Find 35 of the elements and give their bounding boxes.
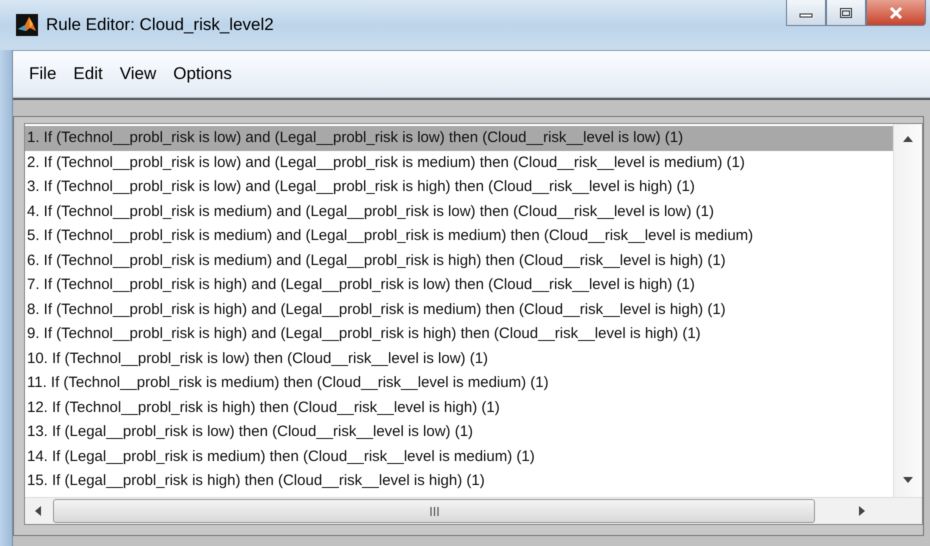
rule-item[interactable]: 14. If (Legal__probl_risk is medium) then (Cloud__risk__level is medium) (1) [25,444,893,469]
rule-item[interactable]: 8. If (Technol__probl_risk is high) and (Legal__probl_risk is medium) then (Cloud__risk__level is high) (1) [25,298,893,322]
rule-item[interactable]: 12. If (Technol__probl_risk is high) then (Cloud__risk__level is high) (1) [25,396,893,420]
minimize-button[interactable] [786,0,826,26]
rule-item[interactable]: 4. If (Technol__probl_risk is medium) and (Legal__probl_risk is low) then (Cloud__risk__level is low) (1) [25,200,893,224]
window-title: Rule Editor: Cloud_risk_level2 [46,15,274,35]
rule-item[interactable]: 7. If (Technol__probl_risk is high) and (Legal__probl_risk is low) then (Cloud__risk__level is high) (1) [25,273,893,298]
rule-item[interactable]: 11. If (Technol__probl_risk is medium) then (Cloud__risk__level is medium) (1) [25,371,893,396]
rule-list[interactable] [24,123,923,525]
menu-item[interactable]: Edit [73,60,120,88]
maximize-icon [839,6,853,18]
vertical-scrollbar[interactable] [893,124,922,497]
rule-item[interactable]: 3. If (Technol__probl_risk is low) and (Legal__probl_risk is high) then (Cloud__risk__level is high) (1) [25,175,893,200]
close-icon [888,6,904,20]
rule-item[interactable]: 2. If (Technol__probl_risk is low) and (Legal__probl_risk is medium) then (Cloud__risk__level is medium) (1) [25,150,893,175]
app-icon [16,14,38,36]
menu-item[interactable]: View [120,60,174,88]
scrollbar-thumb[interactable] [53,499,815,523]
rule-item[interactable]: 6. If (Technol__probl_risk is medium) and (Legal__probl_risk is high) then (Cloud__risk__level is high) (1) [25,248,893,273]
grip-icon [430,506,438,516]
menu-item[interactable]: Options [173,60,249,88]
menu-item[interactable]: File [29,60,74,88]
maximize-button[interactable] [826,0,866,26]
close-button[interactable] [866,0,926,26]
rule-item[interactable]: 9. If (Technol__probl_risk is high) and (Legal__probl_risk is high) then (Cloud__risk__level is high) (1) [25,322,893,346]
rule-item[interactable]: 13. If (Legal__probl_risk is low) then (Cloud__risk__level is low) (1) [25,420,893,444]
rule-item[interactable]: 10. If (Technol__probl_risk is low) then (Cloud__risk__level is low) (1) [25,346,893,371]
rule-item[interactable]: 15. If (Legal__probl_risk is high) then (Cloud__risk__level is high) (1) [25,469,893,494]
scroll-down-icon[interactable] [903,477,913,483]
rule-item[interactable]: 5. If (Technol__probl_risk is medium) and (Legal__probl_risk is medium) then (Cloud__risk__level is medium) [25,224,893,248]
scroll-left-icon[interactable] [35,506,41,516]
scroll-right-icon[interactable] [859,506,865,516]
rule-item[interactable]: 1. If (Technol__probl_risk is low) and (Legal__probl_risk is low) then (Cloud__risk__level is low) (1) [25,126,893,150]
horizontal-scrollbar[interactable] [25,497,922,524]
scroll-up-icon[interactable] [903,136,913,142]
